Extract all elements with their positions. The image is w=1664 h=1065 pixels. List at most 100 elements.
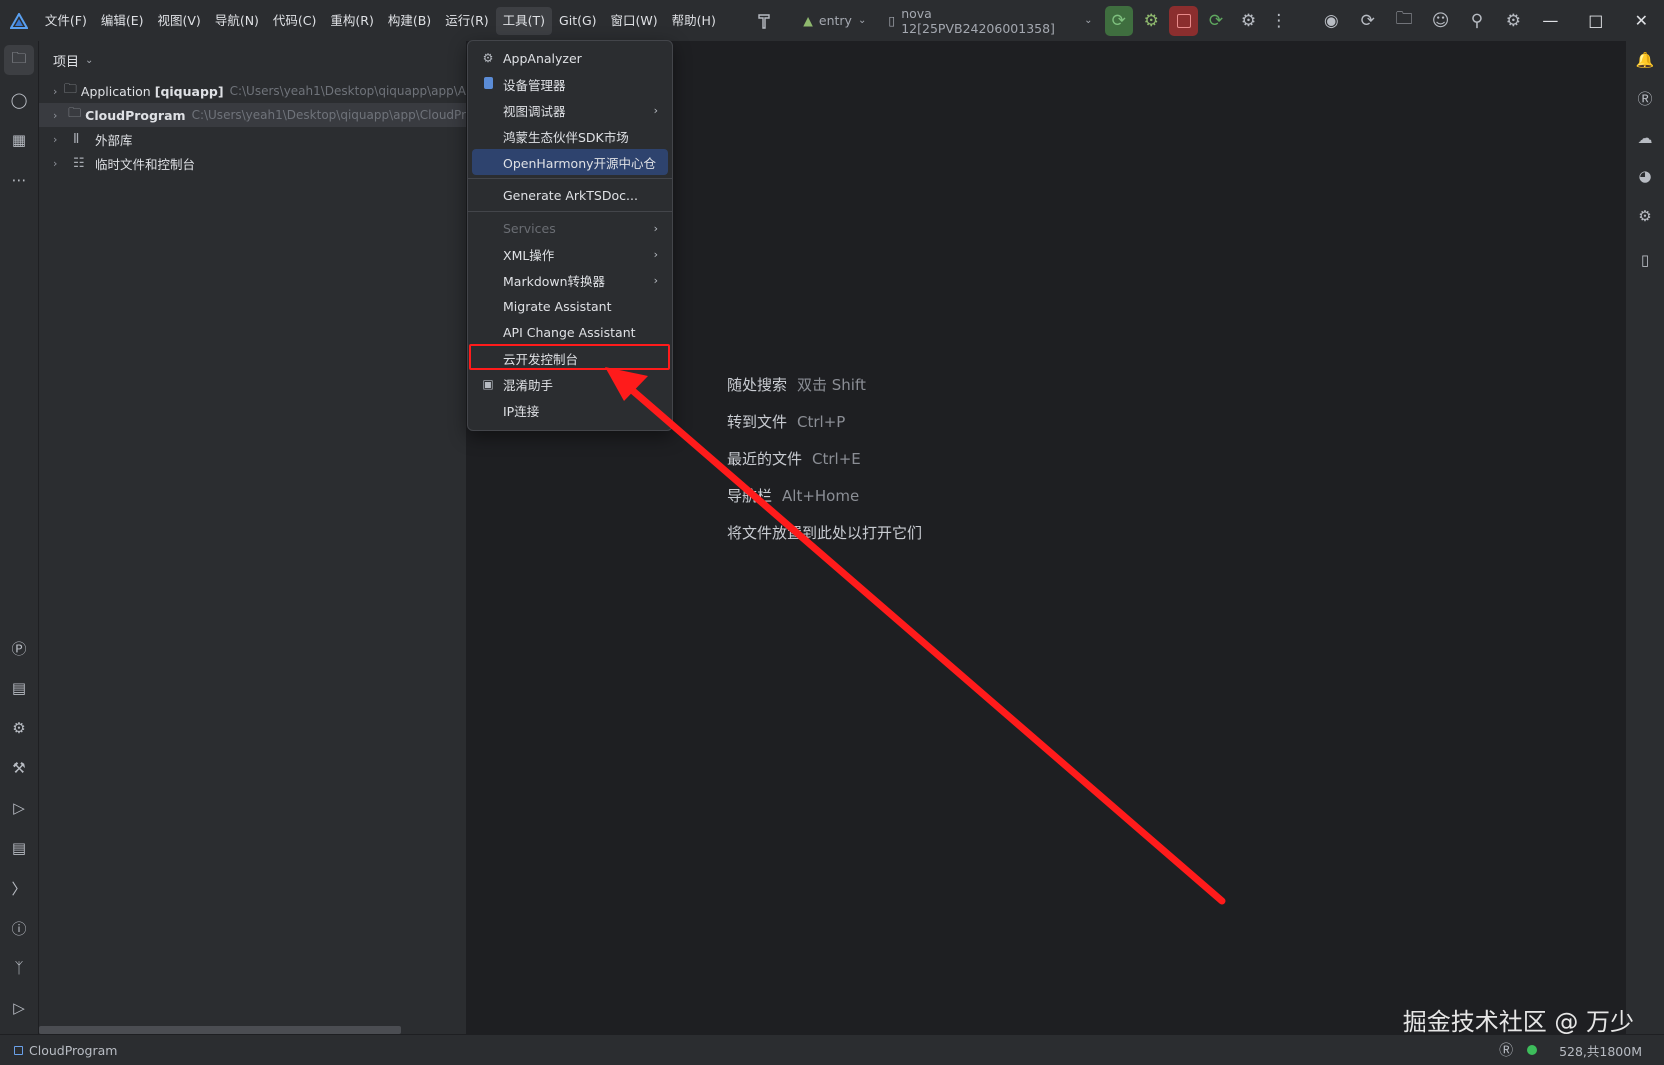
settings-gear-icon[interactable]: ⚙ [1499,6,1527,36]
project-folder-icon[interactable]: 🗀 [4,45,34,75]
debug-bug-icon[interactable]: ⚙ [4,713,34,743]
editor-hint: 转到文件 Ctrl+P [727,411,845,432]
tools-menu-item-label: 混淆助手 [503,377,554,393]
minimize-button[interactable]: — [1528,0,1573,41]
status-project-name[interactable]: CloudProgram [29,1043,117,1058]
device-preview-icon[interactable]: ▯ [1630,245,1660,275]
hint-label: 导航栏 [727,487,773,505]
project-structure-icon[interactable]: 🗀 [1390,6,1418,36]
tools-menu-item[interactable]: 视图调试器 › [472,97,668,123]
tree-row[interactable]: › Ⅱ 外部库 [39,127,466,151]
tools-menu-item-label: 鸿蒙生态伙伴SDK市场 [503,129,629,145]
menu-item[interactable]: 窗口(W) [604,7,665,35]
project-tree: › 🗀 Application [qiquapp] C:\Users\yeah1\Des… [39,79,466,175]
chevron-right-icon[interactable]: › [53,133,67,146]
account-icon[interactable]: ☺ [1426,6,1454,36]
menu-item[interactable]: Git(G) [552,7,604,35]
search-icon[interactable]: ⚲ [1463,6,1491,36]
rerun-icon[interactable]: ⟳ [1202,6,1230,36]
panel-title: 项目 [53,54,80,70]
memory-indicator[interactable]: 528,共1800M [1551,1039,1650,1062]
services-run-icon[interactable]: ▷ [4,993,34,1023]
tree-row[interactable]: › ☷ 临时文件和控制台 [39,151,466,175]
menu-item[interactable]: 代码(C) [266,7,323,35]
chevron-down-icon: ⌄ [1084,15,1093,26]
tools-menu-item-label: OpenHarmony开源中心仓 [503,155,657,171]
commit-icon[interactable]: ◯ [4,85,34,115]
database-icon[interactable]: ▤ [4,673,34,703]
run-config-selector[interactable]: ▲ entry ⌄ [797,6,872,36]
sync-icon[interactable]: ⟳ [1354,6,1382,36]
attach-debugger-icon[interactable]: ⚙ [1234,6,1262,36]
tools-menu-item: Services › [472,215,668,241]
tools-menu-item[interactable]: XML操作 › [472,241,668,267]
menu-item[interactable]: 文件(F) [38,7,94,35]
menu-separator [468,178,672,179]
debug-icon[interactable]: ⚙ [1137,6,1165,36]
menu-item[interactable]: 视图(V) [151,7,208,35]
tree-row[interactable]: › 🗀 CloudProgram C:\Users\yeah1\Desktop\qiq… [39,103,466,127]
maximize-button[interactable]: □ [1573,0,1618,41]
menu-item[interactable]: 帮助(H) [665,7,723,35]
tools-menu-item-label: AppAnalyzer [503,50,582,66]
device-selector[interactable]: ▯ nova 12[25PVB24206001358] ⌄ [882,6,1098,36]
globe-icon[interactable]: ◕ [1630,161,1660,191]
menu-item[interactable]: 重构(R) [323,7,380,35]
hint-label: 随处搜索 [727,376,788,394]
editor-hint: 随处搜索 双击 Shift [727,374,866,395]
terminal-icon[interactable]: 〉 [4,873,34,903]
menu-separator [468,211,672,212]
run-play-icon[interactable]: ▷ [4,793,34,823]
menu-item[interactable]: 构建(B) [381,7,438,35]
stop-button[interactable] [1169,5,1198,36]
more-actions-icon[interactable]: ⋮ [1265,6,1293,36]
log-icon[interactable]: ▤ [4,833,34,863]
structure-icon[interactable]: ▦ [4,125,34,155]
hint-shortcut: Ctrl+E [812,450,861,468]
status-bar: CloudProgram Ⓡ 528,共1800M [0,1034,1664,1065]
close-window-button[interactable]: ✕ [1619,0,1664,41]
codegenie-status-icon[interactable]: Ⓡ [1499,1040,1513,1060]
cloud-icon[interactable]: ☁ [1630,123,1660,153]
tools-menu-item[interactable]: Markdown转换器 › [472,267,668,293]
tools-menu-item[interactable]: Migrate Assistant [472,293,668,319]
chevron-right-icon[interactable]: › [53,85,58,98]
git-branch-icon[interactable]: ᛉ [4,953,34,983]
problems-icon[interactable]: ⓘ [4,913,34,943]
chevron-right-icon[interactable]: › [53,109,62,122]
chevron-down-icon: ⌄ [85,54,94,66]
hint-shortcut: 双击 Shift [797,376,866,394]
profiler-icon[interactable]: ◉ [1317,6,1345,36]
tools-menu-item-label: 设备管理器 [503,77,566,93]
menu-item[interactable]: 编辑(E) [94,7,151,35]
project-panel-header[interactable]: 项目 ⌄ [39,41,466,79]
tools-menu-item[interactable]: 云开发控制台 [469,344,670,371]
tools-menu-item[interactable]: Generate ArkTSDoc... [472,182,668,208]
deveco-logo-icon[interactable] [0,0,38,41]
menu-item[interactable]: 工具(T) [495,6,553,35]
tree-row[interactable]: › 🗀 Application [qiquapp] C:\Users\yeah1\Des… [39,79,466,103]
hint-shortcut: Alt+Home [782,487,860,505]
horizontal-scrollbar[interactable] [39,1026,401,1034]
assistant-robot-icon[interactable]: ⚙ [1630,201,1660,231]
menu-item[interactable]: 运行(R) [438,7,495,35]
notifications-bell-icon[interactable]: 🔔 [1630,45,1660,75]
tools-menu-item-label: Markdown转换器 [503,273,606,289]
codegenie-icon[interactable]: Ⓡ [1630,83,1660,113]
build-icon[interactable]: ⚒ [4,753,34,783]
profiler-p-icon[interactable]: Ⓟ [4,633,34,663]
watermark-text: 掘金技术社区 @ 万少 [1402,1008,1634,1036]
tools-menu-item[interactable]: 设备管理器 [472,71,668,97]
menu-item[interactable]: 导航(N) [208,7,266,35]
tools-menu-item[interactable]: OpenHarmony开源中心仓 [472,149,668,175]
run-button[interactable]: ⟳ [1104,5,1133,36]
tools-menu-item[interactable]: IP连接 [472,397,668,423]
build-hammer-icon[interactable] [751,6,779,36]
chevron-right-icon[interactable]: › [53,157,67,170]
tools-menu-item[interactable]: ⚙ AppAnalyzer [472,45,668,71]
more-tools-icon[interactable]: ⋯ [4,165,34,195]
tools-menu-item[interactable]: 鸿蒙生态伙伴SDK市场 [472,123,668,149]
tools-menu-item[interactable]: ▣ 混淆助手 [472,371,668,397]
tools-menu-item[interactable]: API Change Assistant [472,319,668,345]
library-icon: Ⅱ [73,131,80,147]
